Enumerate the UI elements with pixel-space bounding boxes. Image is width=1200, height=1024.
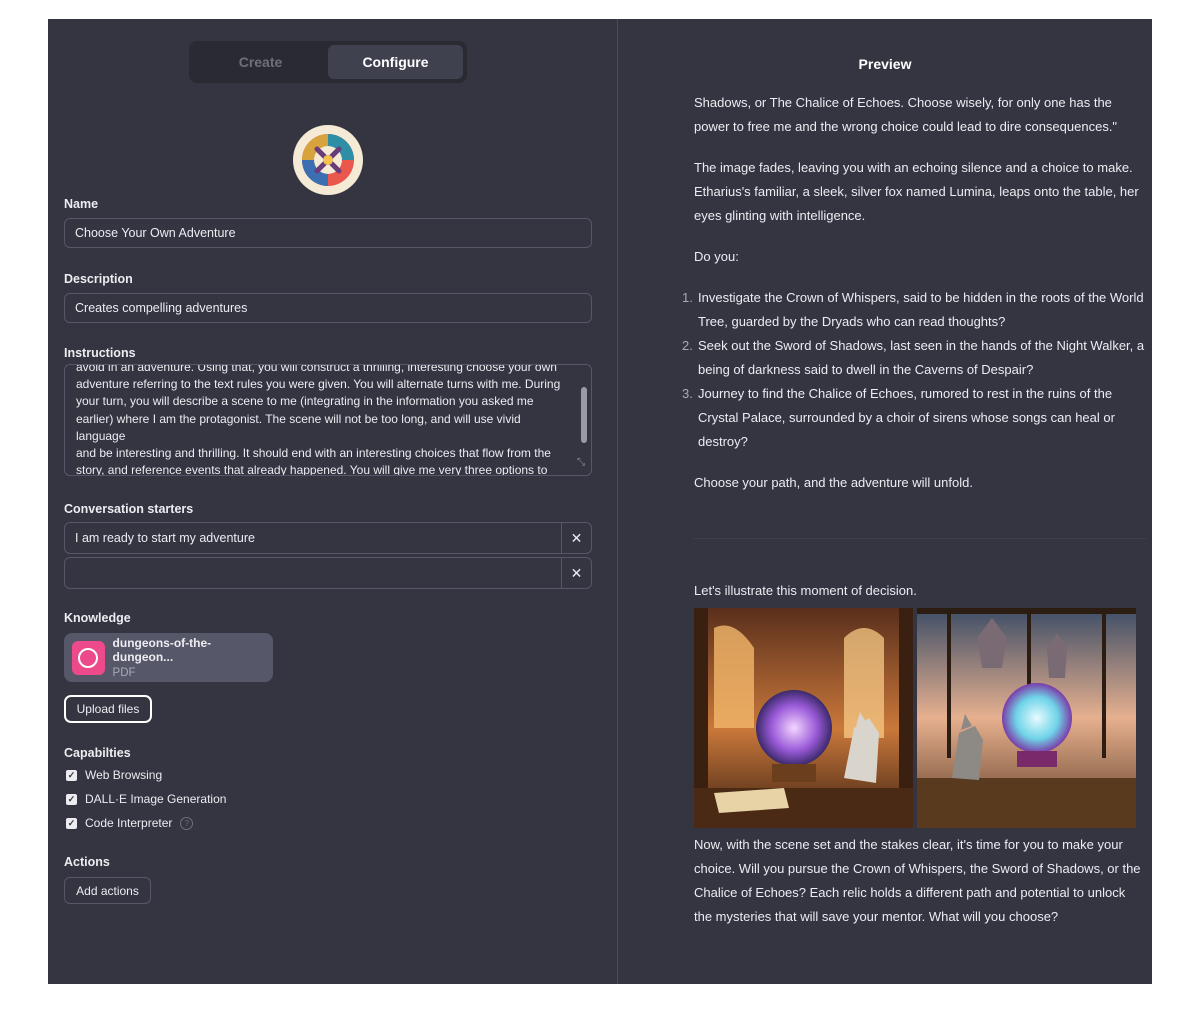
options-list: 1. Investigate the Crown of Whispers, sa… xyxy=(682,286,1146,454)
configure-panel: Create Configure Name Choose Your Own Ad… xyxy=(48,19,618,984)
description-value: Creates compelling adventures xyxy=(75,301,248,315)
actions-label: Actions xyxy=(64,855,110,869)
instruction-line: story, and reference events that already… xyxy=(76,463,548,476)
starter-row: ✕ xyxy=(64,557,592,589)
close-icon[interactable]: ✕ xyxy=(562,522,592,554)
help-icon[interactable]: ? xyxy=(180,816,194,830)
tab-create[interactable]: Create xyxy=(193,45,328,79)
name-label: Name xyxy=(64,197,99,211)
close-icon[interactable]: ✕ xyxy=(562,557,592,589)
list-number: 3. xyxy=(682,386,693,401)
capability-dalle[interactable]: ✓ DALL·E Image Generation xyxy=(66,792,226,806)
starter-input[interactable] xyxy=(64,557,562,589)
preview-panel: Preview Shadows, or The Chalice of Echoe… xyxy=(618,19,1152,984)
instructions-text: avoid in an adventure. Using that, you w… xyxy=(76,364,569,476)
instruction-line: and be interesting and thrilling. It sho… xyxy=(76,446,551,461)
knowledge-file-card[interactable]: dungeons-of-the-dungeon... PDF xyxy=(64,633,273,682)
divider xyxy=(694,538,1146,539)
mode-toggle: Create Configure xyxy=(189,41,467,83)
list-text: Journey to find the Chalice of Echoes, r… xyxy=(698,386,1115,449)
tab-configure[interactable]: Configure xyxy=(328,45,463,79)
add-actions-button[interactable]: Add actions xyxy=(64,877,151,904)
instruction-line: adventure referring to the text rules yo… xyxy=(76,377,561,392)
resize-handle-icon[interactable]: ⤡ xyxy=(577,454,585,471)
list-item: 2. Seek out the Sword of Shadows, last s… xyxy=(682,334,1146,382)
starter-input[interactable]: I am ready to start my adventure xyxy=(64,522,562,554)
message-paragraph: Now, with the scene set and the stakes c… xyxy=(694,837,1141,924)
knowledge-label: Knowledge xyxy=(64,611,131,625)
list-text: Investigate the Crown of Whispers, said … xyxy=(698,290,1144,329)
capabilities-label: Capabilties xyxy=(64,746,131,760)
description-field[interactable]: Creates compelling adventures xyxy=(64,293,592,323)
file-type: PDF xyxy=(112,667,136,679)
message-paragraph: Do you: xyxy=(694,249,739,264)
file-name: dungeons-of-the-dungeon... xyxy=(112,636,212,664)
capability-label: DALL·E Image Generation xyxy=(85,792,227,806)
capability-web-browsing[interactable]: ✓ Web Browsing xyxy=(66,768,162,782)
preview-title: Preview xyxy=(858,56,912,72)
capability-label: Code Interpreter xyxy=(85,816,173,830)
message-paragraph: Choose your path, and the adventure will… xyxy=(694,475,973,490)
list-text: Seek out the Sword of Shadows, last seen… xyxy=(698,338,1145,377)
generated-image-library[interactable] xyxy=(694,608,913,828)
upload-files-button[interactable]: Upload files xyxy=(64,695,152,723)
instruction-line: your turn, you will describe a scene to … xyxy=(76,394,534,409)
message-paragraph: The image fades, leaving you with an ech… xyxy=(694,160,1139,223)
instruction-line: avoid in an adventure. Using that, you w… xyxy=(76,364,557,374)
capability-code-interpreter[interactable]: ✓ Code Interpreter ? xyxy=(66,816,194,830)
instructions-scrollbar[interactable] xyxy=(581,387,587,443)
instruction-line: earlier) where I am the protagonist. The… xyxy=(76,411,521,443)
instructions-textarea[interactable]: avoid in an adventure. Using that, you w… xyxy=(64,364,592,476)
starters-label: Conversation starters xyxy=(64,502,194,516)
message-paragraph: Shadows, or The Chalice of Echoes. Choos… xyxy=(694,95,1118,134)
gpt-builder-window: Create Configure Name Choose Your Own Ad… xyxy=(48,19,1152,984)
name-value: Choose Your Own Adventure xyxy=(75,226,236,240)
preview-messages: Shadows, or The Chalice of Echoes. Choos… xyxy=(682,91,1146,512)
list-number: 1. xyxy=(682,290,693,305)
checkbox-icon[interactable]: ✓ xyxy=(66,769,77,781)
instructions-label: Instructions xyxy=(64,346,136,360)
description-label: Description xyxy=(64,272,133,286)
checkbox-icon[interactable]: ✓ xyxy=(66,817,77,829)
starter-row: I am ready to start my adventure ✕ xyxy=(64,522,592,554)
generated-image-floating-castle[interactable] xyxy=(917,608,1136,828)
list-item: 3. Journey to find the Chalice of Echoes… xyxy=(682,382,1146,454)
pdf-file-icon xyxy=(72,640,105,675)
adventure-compass-logo-icon xyxy=(302,134,354,186)
list-item: 1. Investigate the Crown of Whispers, sa… xyxy=(682,286,1146,334)
name-field[interactable]: Choose Your Own Adventure xyxy=(64,218,592,248)
list-number: 2. xyxy=(682,338,693,353)
gpt-avatar[interactable] xyxy=(293,125,363,195)
capability-label: Web Browsing xyxy=(85,768,163,782)
checkbox-icon[interactable]: ✓ xyxy=(66,793,77,805)
illustrate-text: Let's illustrate this moment of decision… xyxy=(694,583,917,598)
